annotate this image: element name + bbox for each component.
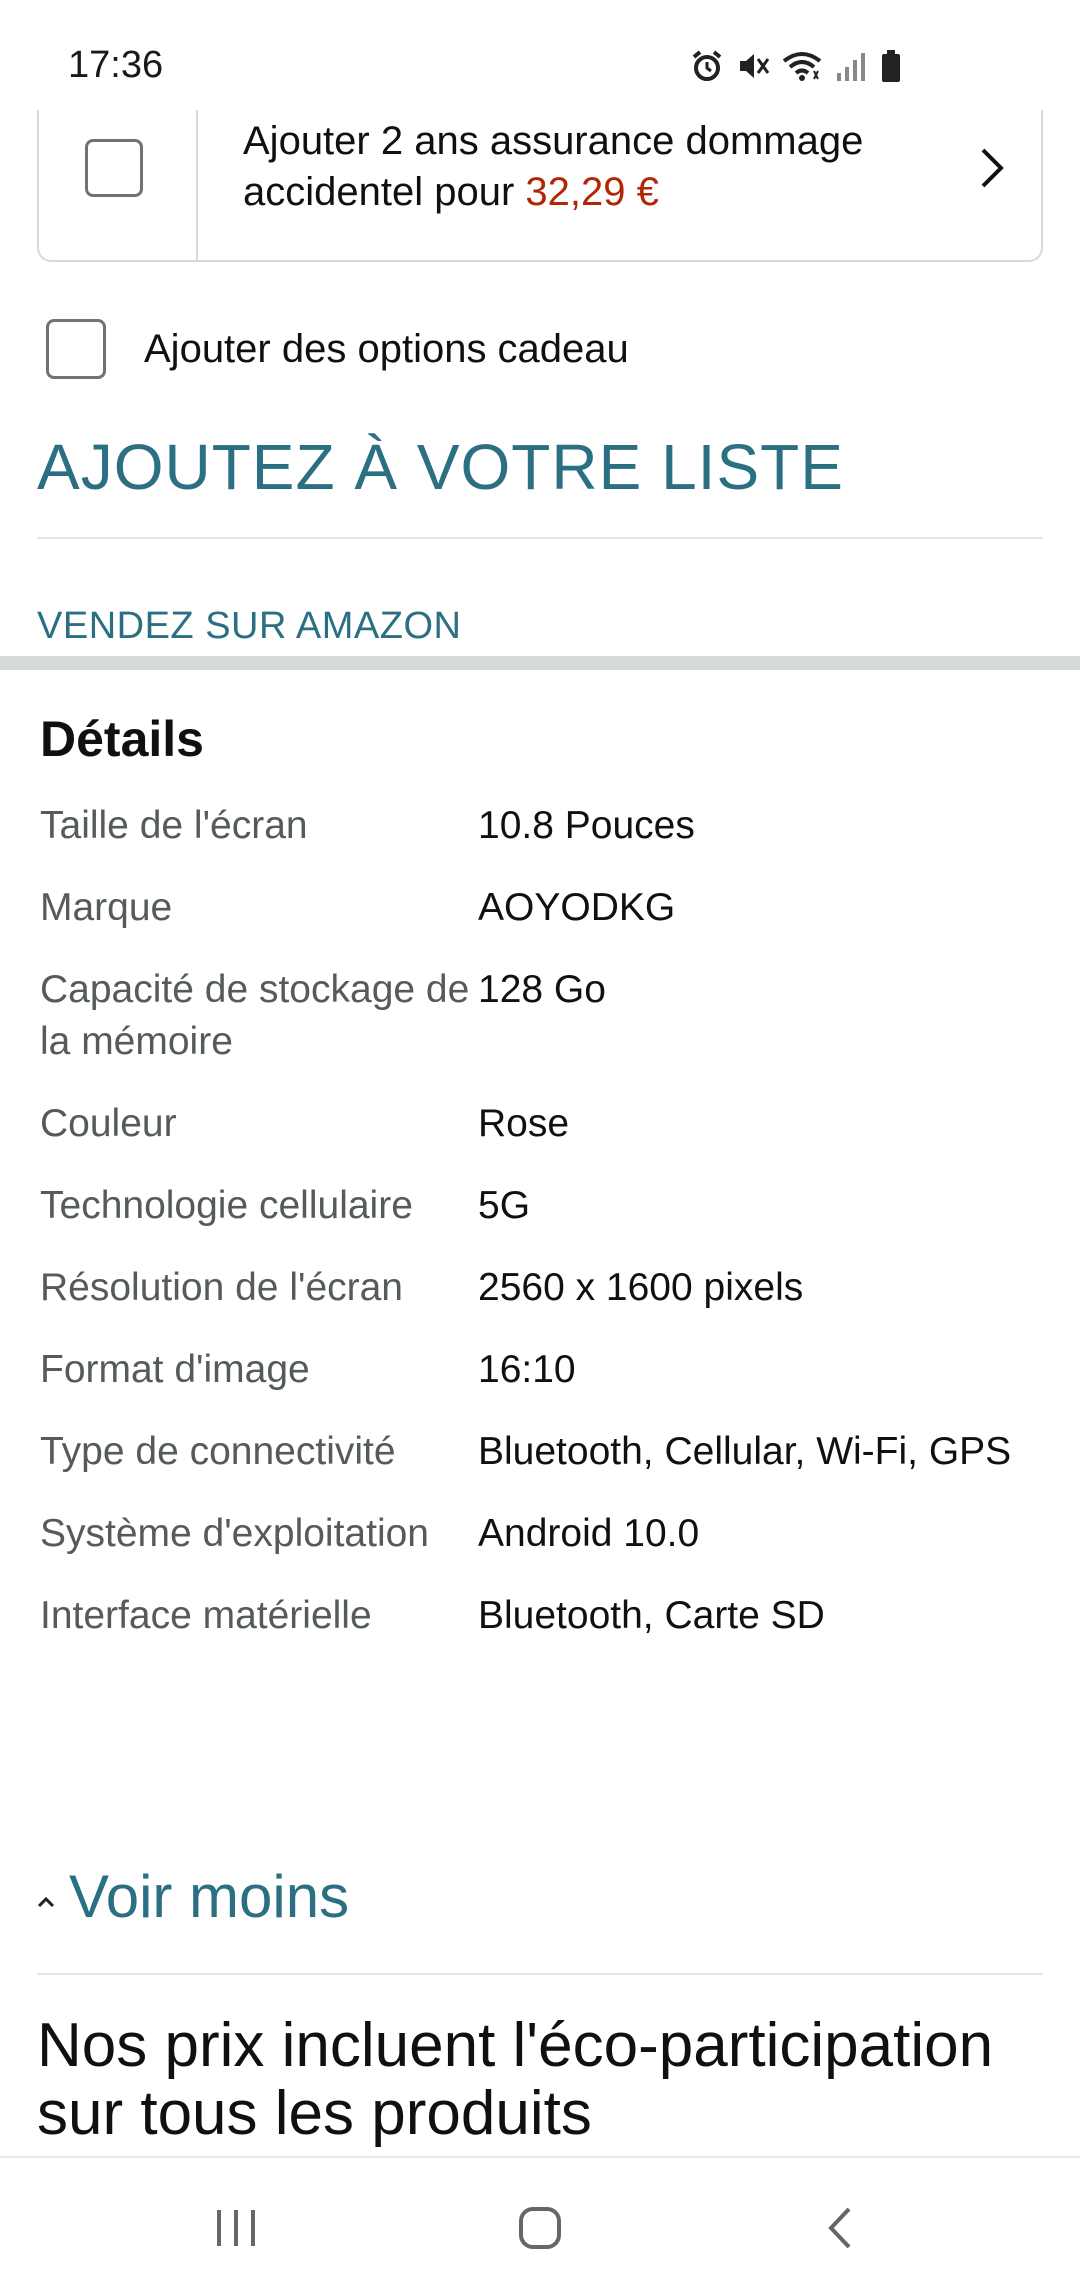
back-icon[interactable] (800, 2198, 880, 2258)
insurance-option-card[interactable]: Ajouter 2 ans assurance dommage accident… (37, 110, 1043, 262)
navigation-bar (0, 2156, 1080, 2282)
status-icons (690, 46, 902, 86)
see-less-button[interactable]: Voir moins (37, 1862, 349, 1931)
home-icon[interactable] (500, 2198, 580, 2258)
detail-key: Type de connectivité (40, 1430, 396, 1473)
divider (37, 1973, 1043, 1975)
detail-row: Couleur Rose (40, 1098, 1040, 1180)
detail-row: Technologie cellulaire 5G (40, 1180, 1040, 1262)
detail-key: Taille de l'écran (40, 804, 308, 847)
detail-row: Résolution de l'écran 2560 x 1600 pixels (40, 1262, 1040, 1344)
divider (37, 537, 1043, 539)
card-divider (196, 110, 198, 260)
see-less-label: Voir moins (69, 1863, 350, 1930)
detail-value: Bluetooth, Carte SD (478, 1594, 825, 1637)
sell-on-amazon-link[interactable]: VENDEZ SUR AMAZON (37, 605, 461, 648)
detail-value: 128 Go (478, 968, 606, 1011)
detail-row: Format d'image 16:10 (40, 1344, 1040, 1426)
detail-value: AOYODKG (478, 886, 676, 929)
detail-key: Système d'exploitation (40, 1512, 429, 1555)
detail-value: Bluetooth, Cellular, Wi-Fi, GPS (478, 1430, 1012, 1473)
detail-key: Technologie cellulaire (40, 1184, 413, 1227)
detail-key: Marque (40, 886, 173, 929)
detail-row: Type de connectivité Bluetooth, Cellular… (40, 1426, 1040, 1508)
status-bar: 17:36 (0, 0, 1080, 110)
chevron-right-icon[interactable] (979, 146, 1005, 195)
detail-value: 5G (478, 1184, 531, 1227)
wifi-icon (782, 49, 822, 83)
detail-key: Capacité de stockage de la mémoire (40, 968, 470, 1063)
detail-row: Capacité de stockage de la mémoire 128 G… (40, 964, 1040, 1098)
detail-value: Rose (478, 1102, 570, 1145)
battery-icon (880, 49, 902, 83)
detail-value: 2560 x 1600 pixels (478, 1266, 804, 1309)
detail-row: Système d'exploitation Android 10.0 (40, 1508, 1040, 1590)
detail-row: Interface matérielle Bluetooth, Carte SD (40, 1590, 1040, 1672)
detail-key: Couleur (40, 1102, 177, 1145)
alarm-icon (690, 49, 724, 83)
detail-key: Format d'image (40, 1348, 310, 1391)
detail-row: Taille de l'écran 10.8 Pouces (40, 800, 1040, 882)
gift-options-row[interactable]: Ajouter des options cadeau (46, 318, 629, 380)
detail-row: Marque AOYODKG (40, 882, 1040, 964)
detail-value: 16:10 (478, 1348, 576, 1391)
gift-options-checkbox[interactable] (46, 319, 106, 379)
detail-key: Interface matérielle (40, 1594, 372, 1637)
status-time: 17:36 (68, 44, 164, 86)
add-to-list-button[interactable]: AJOUTEZ À VOTRE LISTE (37, 430, 844, 504)
signal-icon (834, 49, 868, 83)
detail-value: Android 10.0 (478, 1512, 700, 1555)
eco-participation-heading: Nos prix incluent l'éco-participation su… (37, 2011, 994, 2148)
insurance-checkbox[interactable] (85, 139, 143, 197)
detail-key: Résolution de l'écran (40, 1266, 403, 1309)
details-table: Taille de l'écran 10.8 Pouces Marque AOY… (40, 800, 1040, 1672)
details-title: Détails (40, 711, 204, 767)
gift-options-label: Ajouter des options cadeau (144, 326, 629, 371)
section-divider (0, 656, 1080, 670)
chevron-up-icon (37, 1895, 55, 1913)
detail-value: 10.8 Pouces (478, 804, 695, 847)
insurance-label: Ajouter 2 ans assurance dommage accident… (243, 116, 943, 218)
mute-icon (736, 49, 770, 83)
insurance-price: 32,29 € (525, 170, 659, 214)
recent-apps-icon[interactable] (196, 2198, 276, 2258)
